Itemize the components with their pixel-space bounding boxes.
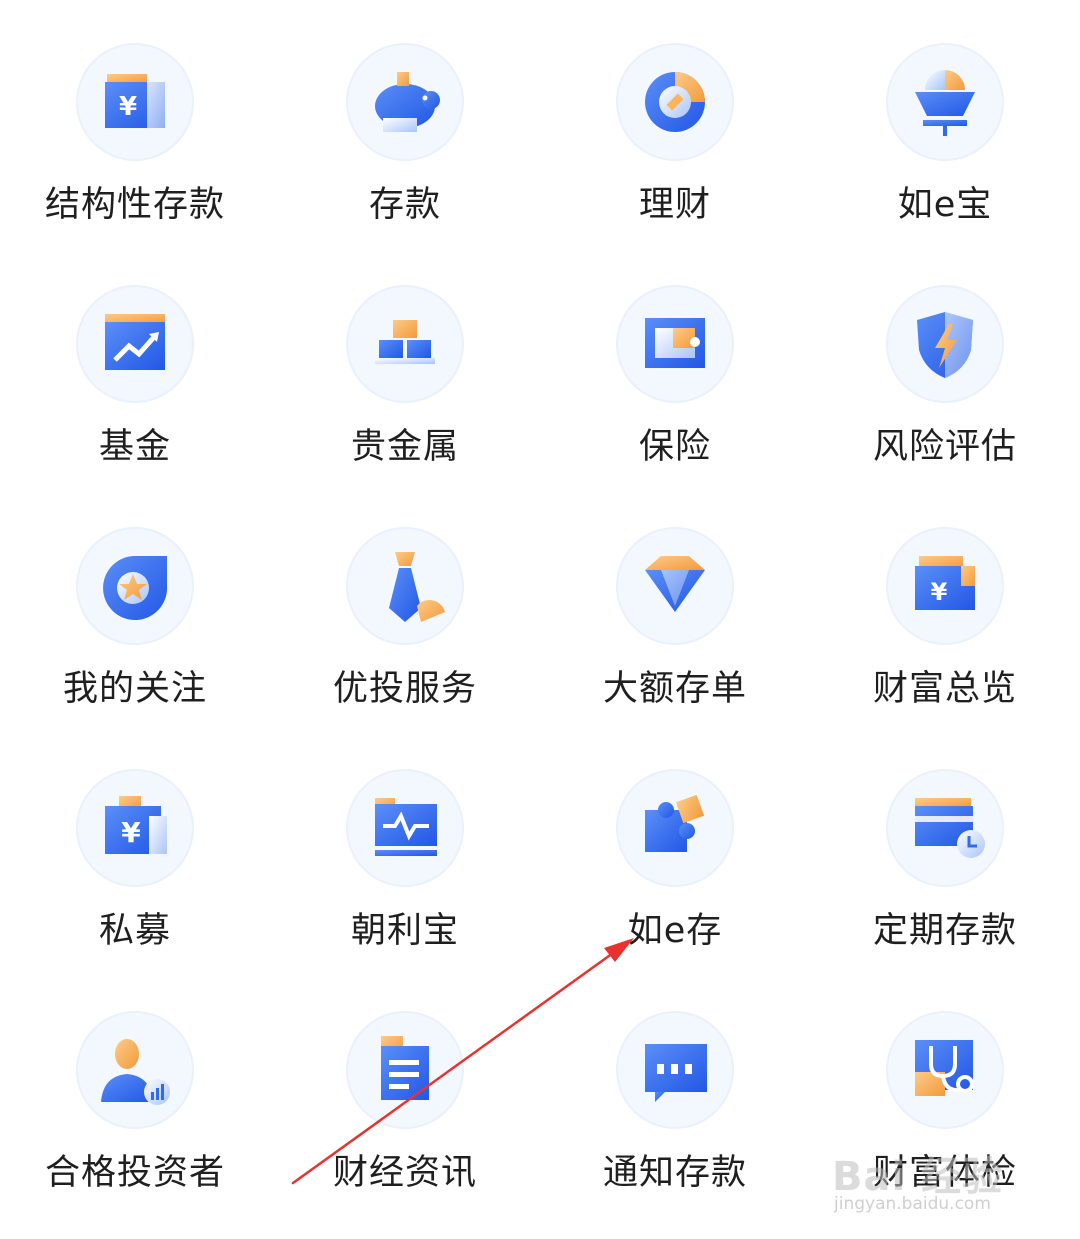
grid-item-label: 贵金属 [350, 427, 459, 467]
grid-item-label: 私募 [98, 911, 171, 951]
grid-item-label: 存款 [368, 185, 441, 225]
grid-item-investor-person[interactable]: 合格投资者 [0, 968, 270, 1208]
private-fund-icon: ¥ [75, 768, 195, 888]
grid-item-label: 如e宝 [897, 185, 993, 225]
puzzle-icon [615, 768, 735, 888]
star-follow-icon [75, 526, 195, 646]
time-deposit-card-icon [885, 768, 1005, 888]
grid-item-label: 财富体检 [872, 1153, 1017, 1193]
notice-message-icon [615, 1010, 735, 1130]
product-grid: ¥ 结构性存款 存款 理财 如e宝基金 贵金属 保险 风险评估我的关注 优投服务 大额存单 ¥ 财富总… [0, 0, 1080, 1239]
monitor-pulse-icon [345, 768, 465, 888]
diamond-icon [615, 526, 735, 646]
grid-item-monitor-pulse[interactable]: 朝利宝 [270, 726, 540, 966]
tie-icon [345, 526, 465, 646]
grid-item-star-follow[interactable]: 我的关注 [0, 484, 270, 724]
grid-item-structured-deposit[interactable]: ¥ 结构性存款 [0, 0, 270, 240]
piggy-bank-icon [345, 42, 465, 162]
grid-item-label: 风险评估 [872, 427, 1017, 467]
shield-bolt-icon [885, 284, 1005, 404]
grid-item-label: 定期存款 [872, 911, 1017, 951]
stethoscope-icon [885, 1010, 1005, 1130]
grid-item-label: 理财 [638, 185, 711, 225]
grid-item-label: 基金 [98, 427, 171, 467]
grid-item-time-deposit-card[interactable]: 定期存款 [810, 726, 1080, 966]
structured-deposit-icon: ¥ [75, 42, 195, 162]
grid-item-treasure-bowl[interactable]: 如e宝 [810, 0, 1080, 240]
investor-person-icon [75, 1010, 195, 1130]
grid-item-piggy-bank[interactable]: 存款 [270, 0, 540, 240]
news-document-icon [345, 1010, 465, 1130]
pie-chart-icon [615, 42, 735, 162]
svg-text:¥: ¥ [119, 92, 137, 122]
grid-item-wealth-overview[interactable]: ¥ 财富总览 [810, 484, 1080, 724]
svg-text:¥: ¥ [931, 578, 948, 606]
svg-text:¥: ¥ [121, 816, 141, 849]
treasure-bowl-icon [885, 42, 1005, 162]
grid-item-label: 优投服务 [332, 669, 477, 709]
grid-item-label: 通知存款 [602, 1153, 747, 1193]
grid-item-puzzle[interactable]: 如e存 [540, 726, 810, 966]
grid-item-insurance-box[interactable]: 保险 [540, 242, 810, 482]
insurance-box-icon [615, 284, 735, 404]
grid-item-fund-chart[interactable]: 基金 [0, 242, 270, 482]
fund-chart-icon [75, 284, 195, 404]
grid-item-shield-bolt[interactable]: 风险评估 [810, 242, 1080, 482]
grid-item-tie[interactable]: 优投服务 [270, 484, 540, 724]
grid-item-label: 结构性存款 [44, 185, 225, 225]
grid-item-diamond[interactable]: 大额存单 [540, 484, 810, 724]
grid-item-notice-message[interactable]: 通知存款 [540, 968, 810, 1208]
grid-item-stethoscope[interactable]: 财富体检 [810, 968, 1080, 1208]
grid-item-private-fund[interactable]: ¥ 私募 [0, 726, 270, 966]
grid-item-label: 保险 [638, 427, 711, 467]
grid-item-news-document[interactable]: 财经资讯 [270, 968, 540, 1208]
grid-item-label: 财经资讯 [332, 1153, 477, 1193]
grid-item-pie-chart[interactable]: 理财 [540, 0, 810, 240]
grid-item-label: 财富总览 [872, 669, 1017, 709]
wealth-overview-icon: ¥ [885, 526, 1005, 646]
grid-item-label: 如e存 [627, 911, 723, 951]
grid-item-label: 合格投资者 [44, 1153, 225, 1193]
grid-item-gold-bars[interactable]: 贵金属 [270, 242, 540, 482]
grid-item-label: 我的关注 [62, 669, 207, 709]
grid-item-label: 朝利宝 [350, 911, 459, 951]
gold-bars-icon [345, 284, 465, 404]
grid-item-label: 大额存单 [602, 669, 747, 709]
